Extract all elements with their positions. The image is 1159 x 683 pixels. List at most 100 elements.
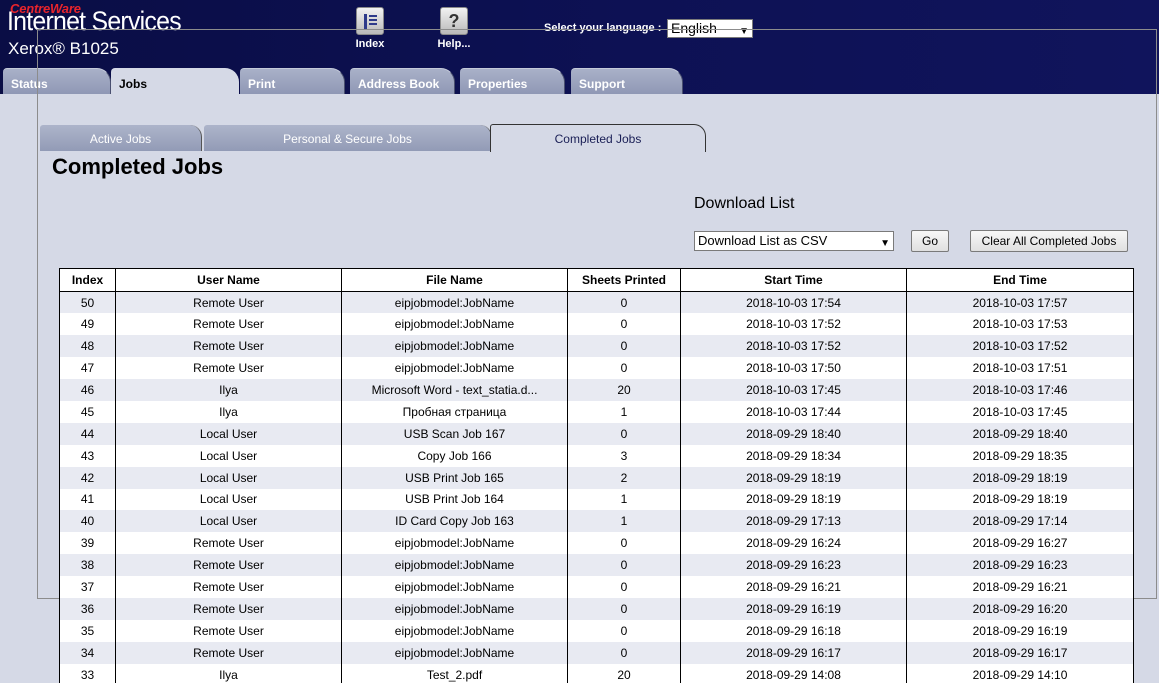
cell-sheets-printed: 0 [567,422,681,445]
table-row[interactable]: 50 Remote User eipjobmodel:JobName 0 2018-10… [59,291,1134,314]
cell-end-time: 2018-09-29 16:19 [906,619,1134,642]
table-row[interactable]: 47 Remote User eipjobmodel:JobName 0 2018-10… [59,357,1134,380]
cell-start-time: 2018-09-29 16:17 [680,641,907,664]
table-row[interactable]: 39 Remote User eipjobmodel:JobName 0 2018-09… [59,532,1134,555]
cell-index: 36 [59,597,116,620]
table-row[interactable]: 40 Local User ID Card Copy Job 163 1 2018-09… [59,510,1134,533]
subtab-personal-secure-jobs[interactable]: Personal & Secure Jobs [204,125,492,151]
cell-user-name: Remote User [115,641,342,664]
cell-start-time: 2018-10-03 17:44 [680,400,907,423]
table-row[interactable]: 36 Remote User eipjobmodel:JobName 0 2018-09… [59,597,1134,620]
download-format-select[interactable]: Download List as CSV ▼ [694,231,894,251]
table-row[interactable]: 33 Ilya Test_2.pdf 20 2018-09-29 14:08 2018-0… [59,663,1134,683]
cell-index: 44 [59,422,116,445]
table-row[interactable]: 48 Remote User eipjobmodel:JobName 0 2018-10… [59,335,1134,358]
cell-start-time: 2018-10-03 17:45 [680,379,907,401]
cell-end-time: 2018-10-03 17:45 [906,400,1134,423]
cell-user-name: Remote User [115,532,342,555]
download-list-label: Download List [694,195,795,212]
cell-file-name: Microsoft Word - text_statia.d... [341,379,568,401]
go-button[interactable]: Go [911,230,949,252]
table-row[interactable]: 34 Remote User eipjobmodel:JobName 0 2018-09… [59,641,1134,664]
cell-index: 39 [59,532,116,555]
cell-file-name: Copy Job 166 [341,444,568,467]
cell-sheets-printed: 0 [567,641,681,664]
cell-start-time: 2018-09-29 16:19 [680,597,907,620]
cell-user-name: Ilya [115,400,342,423]
cell-file-name: eipjobmodel:JobName [341,313,568,336]
cell-start-time: 2018-09-29 14:08 [680,663,907,683]
chevron-down-icon: ▼ [880,238,890,249]
cell-file-name: eipjobmodel:JobName [341,532,568,555]
table-header-row: Index User Name File Name Sheets Printed… [59,268,1134,292]
cell-end-time: 2018-09-29 16:20 [906,597,1134,620]
cell-start-time: 2018-09-29 16:23 [680,554,907,577]
cell-start-time: 2018-09-29 16:21 [680,576,907,598]
cell-start-time: 2018-09-29 16:18 [680,619,907,642]
cell-sheets-printed: 0 [567,619,681,642]
column-header-user-name[interactable]: User Name [115,268,342,292]
cell-user-name: Remote User [115,619,342,642]
cell-file-name: eipjobmodel:JobName [341,335,568,358]
cell-start-time: 2018-09-29 18:19 [680,466,907,489]
cell-user-name: Ilya [115,379,342,401]
subtab-active-jobs[interactable]: Active Jobs [40,125,202,151]
table-row[interactable]: 43 Local User Copy Job 166 3 2018-09-29 18:3… [59,444,1134,467]
cell-start-time: 2018-10-03 17:52 [680,335,907,358]
cell-index: 33 [59,663,116,683]
cell-user-name: Remote User [115,597,342,620]
cell-end-time: 2018-09-29 16:27 [906,532,1134,555]
cell-end-time: 2018-10-03 17:51 [906,357,1134,380]
cell-start-time: 2018-10-03 17:54 [680,291,907,314]
cell-sheets-printed: 1 [567,400,681,423]
cell-end-time: 2018-09-29 16:17 [906,641,1134,664]
completed-jobs-table: Index User Name File Name Sheets Printed… [59,268,1134,683]
cell-end-time: 2018-09-29 17:14 [906,510,1134,533]
cell-end-time: 2018-09-29 18:35 [906,444,1134,467]
column-header-end-time[interactable]: End Time [906,268,1134,292]
page-title: Completed Jobs [52,154,224,179]
table-row[interactable]: 38 Remote User eipjobmodel:JobName 0 2018-09… [59,554,1134,577]
column-header-index[interactable]: Index [59,268,116,292]
cell-file-name: Test_2.pdf [341,663,568,683]
cell-file-name: eipjobmodel:JobName [341,291,568,314]
column-header-file-name[interactable]: File Name [341,268,568,292]
cell-sheets-printed: 1 [567,488,681,511]
cell-end-time: 2018-09-29 14:10 [906,663,1134,683]
table-row[interactable]: 37 Remote User eipjobmodel:JobName 0 2018-09… [59,576,1134,598]
cell-user-name: Remote User [115,291,342,314]
cell-index: 45 [59,400,116,423]
table-row[interactable]: 41 Local User USB Print Job 164 1 2018-09-29… [59,488,1134,511]
column-header-start-time[interactable]: Start Time [680,268,907,292]
cell-start-time: 2018-09-29 16:24 [680,532,907,555]
table-row[interactable]: 42 Local User USB Print Job 165 2 2018-09-29… [59,466,1134,489]
cell-user-name: Remote User [115,576,342,598]
cell-start-time: 2018-09-29 18:40 [680,422,907,445]
cell-file-name: eipjobmodel:JobName [341,619,568,642]
table-row[interactable]: 46 Ilya Microsoft Word - text_statia.d... 2… [59,379,1134,401]
cell-sheets-printed: 20 [567,379,681,401]
table-row[interactable]: 44 Local User USB Scan Job 167 0 2018-09-29 … [59,422,1134,445]
table-row[interactable]: 45 Ilya Пробная страница 1 2018-10-03 17:44 2… [59,400,1134,423]
cell-sheets-printed: 0 [567,532,681,555]
cell-user-name: Local User [115,466,342,489]
cell-start-time: 2018-09-29 18:34 [680,444,907,467]
cell-start-time: 2018-10-03 17:52 [680,313,907,336]
subtab-completed-jobs[interactable]: Completed Jobs [490,124,706,152]
cell-end-time: 2018-09-29 16:21 [906,576,1134,598]
cell-start-time: 2018-09-29 18:19 [680,488,907,511]
cell-file-name: eipjobmodel:JobName [341,597,568,620]
cell-file-name: USB Print Job 165 [341,466,568,489]
table-row[interactable]: 49 Remote User eipjobmodel:JobName 0 2018-10… [59,313,1134,336]
cell-index: 43 [59,444,116,467]
cell-end-time: 2018-10-03 17:57 [906,291,1134,314]
cell-index: 47 [59,357,116,380]
cell-index: 49 [59,313,116,336]
cell-index: 50 [59,291,116,314]
column-header-sheets-printed[interactable]: Sheets Printed [567,268,681,292]
table-row[interactable]: 35 Remote User eipjobmodel:JobName 0 2018-09… [59,619,1134,642]
clear-all-completed-jobs-button[interactable]: Clear All Completed Jobs [970,230,1128,252]
cell-end-time: 2018-09-29 18:19 [906,466,1134,489]
cell-user-name: Local User [115,488,342,511]
cell-file-name: USB Print Job 164 [341,488,568,511]
